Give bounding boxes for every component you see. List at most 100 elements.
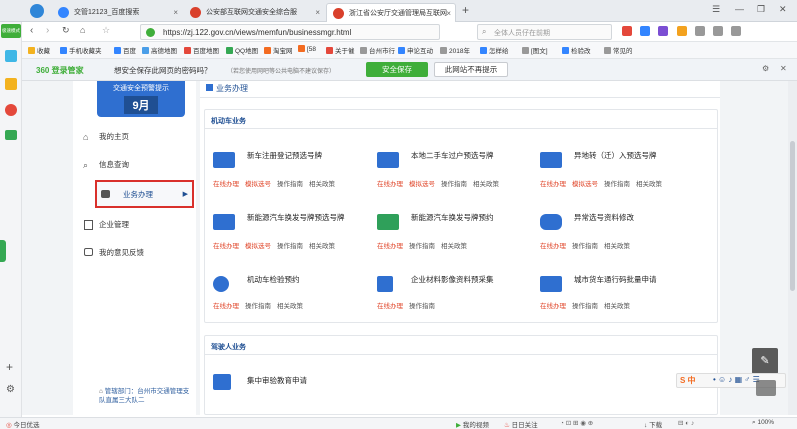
- scroll-top-button[interactable]: [756, 380, 776, 396]
- service-truck-pass-batch[interactable]: 城市货车通行码批量申请 在线办理 操作指南 相关政策: [540, 274, 690, 329]
- secure-save-button[interactable]: 安全保存: [366, 62, 428, 77]
- search-field[interactable]: ⌕ 全体人员仔在前期: [477, 24, 612, 40]
- settings-gear-icon[interactable]: ⚙: [762, 64, 769, 73]
- simulate-select-link[interactable]: 模拟选号: [409, 181, 435, 188]
- weibo-icon[interactable]: [5, 104, 17, 116]
- online-handle-link[interactable]: 在线办理: [213, 303, 239, 310]
- close-tab-icon[interactable]: ×: [173, 3, 178, 22]
- online-handle-link[interactable]: 在线办理: [377, 243, 403, 250]
- bookmark-item[interactable]: [图文]: [522, 45, 548, 55]
- speed-mode-badge[interactable]: 极速模式: [1, 24, 21, 38]
- online-handle-link[interactable]: 在线办理: [377, 181, 403, 188]
- browser-logo-icon[interactable]: [30, 4, 44, 18]
- guide-link[interactable]: 操作指南: [277, 243, 303, 250]
- home-icon[interactable]: ⌂: [80, 25, 85, 35]
- guide-link[interactable]: 操作指南: [604, 181, 630, 188]
- bookmark-star-icon[interactable]: ☆: [102, 25, 110, 36]
- service-used-car-plate[interactable]: 本地二手车过户预选号牌 在线办理 模拟选号 操作指南 相关政策: [377, 150, 527, 205]
- today-picks-link[interactable]: ◎ 今日优选: [6, 419, 39, 429]
- close-icon[interactable]: ✕: [780, 64, 787, 73]
- status-tools-icons[interactable]: ◔ ⊡ ⊞ ◉ ⊕: [560, 419, 593, 427]
- bookmark-item[interactable]: 申论互动: [398, 45, 433, 55]
- guide-link[interactable]: 操作指南: [409, 243, 435, 250]
- policy-link[interactable]: 相关政策: [309, 243, 335, 250]
- menu-button[interactable]: ☰: [712, 4, 720, 15]
- close-tab-icon[interactable]: ×: [315, 3, 320, 22]
- settings-gear-icon[interactable]: ⚙: [6, 384, 15, 395]
- bookmark-item[interactable]: QQ地图: [226, 45, 258, 55]
- sidebar-item-business[interactable]: 业务办理 ▶: [95, 180, 194, 208]
- collapse-handle-icon[interactable]: [0, 240, 6, 262]
- minimize-button[interactable]: —: [735, 4, 744, 14]
- tab-zhejiang-traffic[interactable]: 浙江省公安厅交通管理局互联网 ×: [326, 3, 456, 22]
- refresh-icon[interactable]: ↻: [62, 25, 70, 36]
- online-handle-link[interactable]: 在线办理: [540, 243, 566, 250]
- bookmark-item[interactable]: 台州市行: [360, 45, 395, 55]
- online-handle-link[interactable]: 在线办理: [540, 181, 566, 188]
- bookmark-item[interactable]: 怎样给: [480, 45, 509, 55]
- restore-button[interactable]: ❐: [757, 4, 765, 15]
- guide-link[interactable]: 操作指南: [572, 243, 598, 250]
- guide-link[interactable]: 操作指南: [572, 303, 598, 310]
- policy-link[interactable]: 相关政策: [604, 303, 630, 310]
- bookmark-item[interactable]: 百度: [114, 45, 136, 55]
- policy-link[interactable]: 相关政策: [309, 181, 335, 188]
- zoom-level[interactable]: ⌕ 100%: [752, 419, 774, 427]
- guide-link[interactable]: 操作指南: [277, 181, 303, 188]
- bookmark-item[interactable]: [58: [298, 45, 316, 53]
- service-enterprise-image-collect[interactable]: 企业材料影像资料预采集 在线办理 操作指南: [377, 274, 527, 329]
- online-handle-link[interactable]: 在线办理: [377, 303, 403, 310]
- close-tab-icon[interactable]: ×: [446, 4, 451, 22]
- bookmark-item[interactable]: 高德地图: [142, 45, 177, 55]
- safety-banner[interactable]: 交通安全预警提示 9月: [97, 81, 185, 117]
- online-handle-link[interactable]: 在线办理: [213, 181, 239, 188]
- my-video-link[interactable]: ▶ 我的视频: [456, 419, 489, 429]
- bookmark-item[interactable]: 百度地图: [184, 45, 219, 55]
- bookmark-item[interactable]: 常见的: [604, 45, 633, 55]
- scrollbar-thumb[interactable]: [790, 141, 795, 291]
- service-nev-plate-appointment[interactable]: 新能源汽车换发号牌预约 在线办理 操作指南 相关政策: [377, 212, 527, 267]
- url-field[interactable]: https://zj.122.gov.cn/views/memfun/busin…: [140, 24, 440, 40]
- tab-baidu-search[interactable]: 交管12123_百度搜索 ×: [52, 3, 182, 22]
- service-transfer-in-plate[interactable]: 异地转（迁）入预选号牌 在线办理 模拟选号 操作指南 相关政策: [540, 150, 690, 205]
- policy-link[interactable]: 相关政策: [604, 243, 630, 250]
- simulate-select-link[interactable]: 模拟选号: [572, 181, 598, 188]
- daily-follow-link[interactable]: ♨ 日日关注: [504, 419, 538, 429]
- tab-ministry-service[interactable]: 公安部互联网交通安全综合服 ×: [184, 3, 324, 22]
- forward-icon[interactable]: ›: [46, 25, 49, 36]
- service-vehicle-inspection[interactable]: 机动车检验预约 在线办理 操作指南 相关政策: [213, 274, 363, 329]
- edit-float-button[interactable]: ✎: [752, 348, 778, 374]
- policy-link[interactable]: 相关政策: [473, 181, 499, 188]
- bookmark-item[interactable]: 检验改: [562, 45, 591, 55]
- new-tab-button[interactable]: +: [462, 3, 469, 17]
- service-new-car-plate[interactable]: 新车注册登记预选号牌 在线办理 模拟选号 操作指南 相关政策: [213, 150, 363, 205]
- guide-link[interactable]: 操作指南: [245, 303, 271, 310]
- back-icon[interactable]: ‹: [30, 25, 33, 36]
- bookmark-item[interactable]: 收藏: [28, 45, 50, 55]
- guide-link[interactable]: 操作指南: [409, 303, 435, 310]
- policy-link[interactable]: 相关政策: [441, 243, 467, 250]
- bookmark-item[interactable]: 2018年: [440, 45, 470, 55]
- mail-icon[interactable]: [5, 130, 17, 140]
- online-handle-link[interactable]: 在线办理: [213, 243, 239, 250]
- sidebar-item-home[interactable]: ⌂ 我的主页: [81, 124, 191, 150]
- bookmark-item[interactable]: 关于催: [326, 45, 355, 55]
- download-link[interactable]: ↓ 下载: [644, 419, 662, 429]
- policy-link[interactable]: 相关政策: [636, 181, 662, 188]
- bookmark-item[interactable]: 淘宝网: [264, 45, 293, 55]
- add-panel-icon[interactable]: +: [6, 360, 13, 374]
- page-scrollbar[interactable]: [788, 81, 797, 415]
- sidebar-item-query[interactable]: ⌕ 信息查询: [81, 152, 191, 178]
- status-extra-icons[interactable]: ⊟ ◐ ♪: [678, 419, 694, 427]
- simulate-select-link[interactable]: 模拟选号: [245, 243, 271, 250]
- extensions-icons[interactable]: [622, 26, 782, 38]
- bookmark-item[interactable]: 手机收藏夹: [60, 45, 102, 55]
- service-nev-plate-select[interactable]: 新能源汽车换发号牌预选号牌 在线办理 模拟选号 操作指南 相关政策: [213, 212, 363, 267]
- add-icon[interactable]: [5, 50, 17, 62]
- sidebar-item-feedback[interactable]: 我的意见反馈: [81, 240, 191, 266]
- never-remind-button[interactable]: 此网站不再提示: [434, 62, 508, 77]
- policy-link[interactable]: 相关政策: [277, 303, 303, 310]
- star-icon[interactable]: [5, 78, 17, 90]
- close-window-button[interactable]: ✕: [779, 4, 787, 15]
- simulate-select-link[interactable]: 模拟选号: [245, 181, 271, 188]
